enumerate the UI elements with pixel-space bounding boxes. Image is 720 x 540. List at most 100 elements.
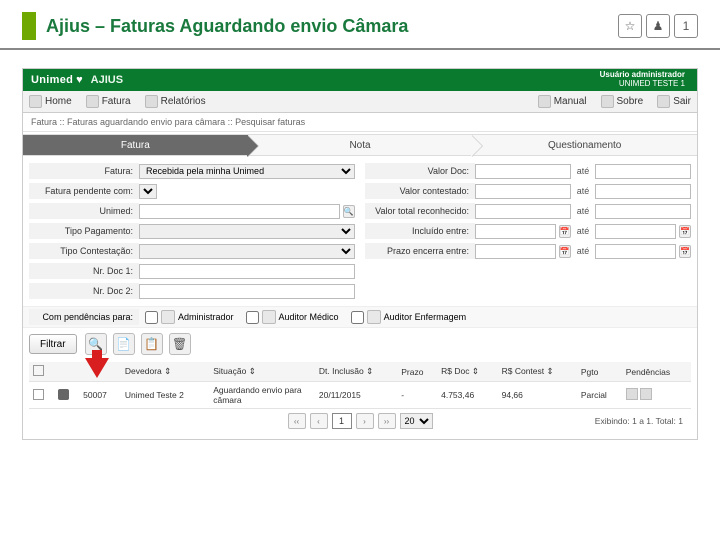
- col-prazo[interactable]: Prazo: [397, 362, 437, 382]
- menu-manual[interactable]: Manual: [538, 95, 587, 108]
- input-valor-rec-to[interactable]: [595, 204, 691, 219]
- menu-sair[interactable]: Sair: [657, 95, 691, 108]
- invoice-icon: [86, 95, 99, 108]
- app-window: Unimed ♥ AJIUS Usuário administrador UNI…: [22, 68, 698, 440]
- calendar-icon[interactable]: 📅: [559, 225, 571, 238]
- input-valor-cont-to[interactable]: [595, 184, 691, 199]
- breadcrumb: Fatura :: Faturas aguardando envio para …: [23, 113, 697, 132]
- medico-icon: [262, 310, 276, 324]
- row-checkbox[interactable]: [33, 389, 44, 400]
- cell-situacao: Aguardando envio para câmara: [209, 382, 315, 409]
- input-valor-rec-from[interactable]: [475, 204, 571, 219]
- chk-enf[interactable]: Auditor Enfermagem: [351, 310, 467, 324]
- label-valor-rec: Valor total reconhecido:: [365, 203, 475, 219]
- admin-icon: [161, 310, 175, 324]
- pager-size[interactable]: 20: [400, 413, 433, 429]
- input-incluido-from[interactable]: [475, 224, 556, 239]
- col-dtinc[interactable]: Dt. Inclusão ⇕: [315, 362, 397, 382]
- table-header-row: Devedora ⇕ Situação ⇕ Dt. Inclusão ⇕ Pra…: [29, 362, 691, 382]
- step-questionamento[interactable]: Questionamento: [472, 134, 697, 156]
- col-rsdoc[interactable]: R$ Doc ⇕: [437, 362, 498, 382]
- step-fatura[interactable]: Fatura: [23, 134, 248, 156]
- col-expand: [54, 362, 79, 382]
- cell-id: 50007: [79, 382, 121, 409]
- step-nota[interactable]: Nota: [248, 134, 473, 156]
- select-tipo-pag[interactable]: [139, 224, 355, 239]
- cell-dtinc: 20/11/2015: [315, 382, 397, 409]
- cell-rsdoc: 4.753,46: [437, 382, 498, 409]
- cell-pend: [622, 382, 691, 409]
- input-prazo-to[interactable]: [595, 244, 676, 259]
- menu-home[interactable]: Home: [29, 95, 72, 108]
- callout-arrow-icon: [85, 358, 109, 378]
- pager: ‹‹ ‹ 1 › ›› 20 Exibindo: 1 a 1. Total: 1: [29, 409, 691, 433]
- form-col-left: Fatura:Recebida pela minha Unimed Fatura…: [29, 162, 355, 302]
- label-pendencias: Com pendências para:: [29, 309, 139, 325]
- table-row[interactable]: 50007 Unimed Teste 2 Aguardando envio pa…: [29, 382, 691, 409]
- select-tipo-cont[interactable]: [139, 244, 355, 259]
- pager-next[interactable]: ›: [356, 413, 374, 429]
- menubar: Home Fatura Relatórios Manual Sobre Sair: [23, 91, 697, 113]
- input-valor-doc-to[interactable]: [595, 164, 691, 179]
- pager-prev[interactable]: ‹: [310, 413, 328, 429]
- pager-first[interactable]: ‹‹: [288, 413, 306, 429]
- cell-rscont: 94,66: [498, 382, 577, 409]
- col-situacao[interactable]: Situação ⇕: [209, 362, 315, 382]
- label-tipo-cont: Tipo Contestação:: [29, 243, 139, 259]
- search-form: Fatura:Recebida pela minha Unimed Fatura…: [23, 158, 697, 306]
- menu-fatura[interactable]: Fatura: [86, 95, 131, 108]
- report-icon: [145, 95, 158, 108]
- calendar-icon[interactable]: 📅: [679, 225, 691, 238]
- brand-heart-icon: ♥: [76, 74, 83, 86]
- menu-relatorios[interactable]: Relatórios: [145, 95, 206, 108]
- info-icon: [601, 95, 614, 108]
- label-pendente: Fatura pendente com:: [29, 183, 139, 199]
- label-incluido: Incluído entre:: [365, 223, 475, 239]
- user-org: UNIMED TESTE 1: [600, 80, 685, 89]
- chk-admin[interactable]: Administrador: [145, 310, 234, 324]
- input-incluido-to[interactable]: [595, 224, 676, 239]
- select-fatura[interactable]: Recebida pela minha Unimed: [139, 164, 355, 179]
- results-table: Devedora ⇕ Situação ⇕ Dt. Inclusão ⇕ Pra…: [29, 362, 691, 409]
- calendar-icon[interactable]: 📅: [679, 245, 691, 258]
- trash-icon[interactable]: 🗑: [169, 333, 191, 355]
- accent-block: [22, 12, 36, 40]
- label-doc2: Nr. Doc 2:: [29, 283, 139, 299]
- pager-last[interactable]: ››: [378, 413, 396, 429]
- col-pend[interactable]: Pendências: [622, 362, 691, 382]
- slide-header: Ajius – Faturas Aguardando envio Câmara …: [0, 0, 720, 50]
- select-pendente[interactable]: [139, 184, 157, 199]
- col-check[interactable]: [29, 362, 54, 382]
- slide-title: Ajius – Faturas Aguardando envio Câmara: [46, 16, 408, 37]
- input-valor-doc-from[interactable]: [475, 164, 571, 179]
- label-valor-cont: Valor contestado:: [365, 183, 475, 199]
- expand-icon[interactable]: [58, 389, 69, 400]
- header-badge-number: 1: [674, 14, 698, 38]
- input-prazo-from[interactable]: [475, 244, 556, 259]
- form-col-right: Valor Doc:até Valor contestado:até Valor…: [365, 162, 691, 302]
- calendar-icon[interactable]: 📅: [559, 245, 571, 258]
- label-doc1: Nr. Doc 1:: [29, 263, 139, 279]
- label-valor-doc: Valor Doc:: [365, 163, 475, 179]
- help-icon: [538, 95, 551, 108]
- col-rscont[interactable]: R$ Contest ⇕: [498, 362, 577, 382]
- search-icon[interactable]: 🔍: [343, 205, 355, 218]
- col-devedora[interactable]: Devedora ⇕: [121, 362, 209, 382]
- brand-logo: Unimed: [31, 74, 73, 86]
- send-icon[interactable]: 📄: [113, 333, 135, 355]
- input-unimed[interactable]: [139, 204, 340, 219]
- exit-icon: [657, 95, 670, 108]
- col-pgto[interactable]: Pgto: [577, 362, 622, 382]
- input-doc1[interactable]: [139, 264, 355, 279]
- filter-button[interactable]: Filtrar: [29, 334, 77, 354]
- chk-medico[interactable]: Auditor Médico: [246, 310, 339, 324]
- cell-prazo: -: [397, 382, 437, 409]
- header-badge-icon: ♟: [646, 14, 670, 38]
- label-tipo-pag: Tipo Pagamento:: [29, 223, 139, 239]
- user-info: Usuário administrador UNIMED TESTE 1: [600, 71, 689, 89]
- input-doc2[interactable]: [139, 284, 355, 299]
- input-valor-cont-from[interactable]: [475, 184, 571, 199]
- menu-sobre[interactable]: Sobre: [601, 95, 644, 108]
- clipboard-icon[interactable]: 📋: [141, 333, 163, 355]
- slide-header-icons: ☆ ♟ 1: [618, 14, 698, 38]
